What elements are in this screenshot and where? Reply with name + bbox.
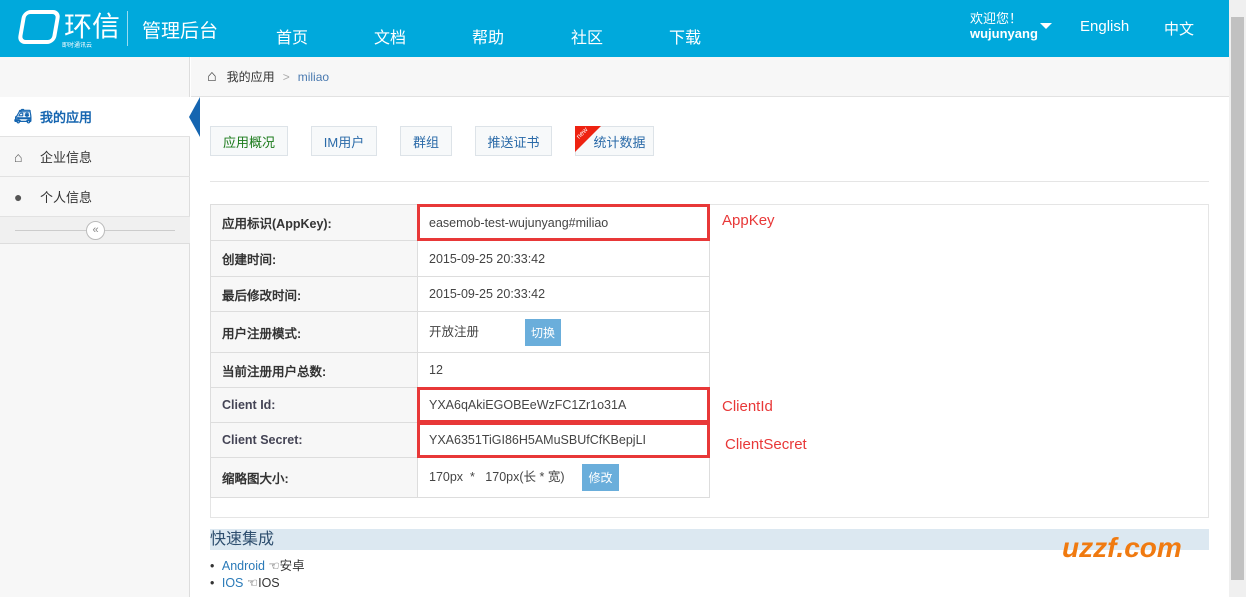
lang-english[interactable]: English bbox=[1080, 18, 1129, 35]
annotation-client-secret: ClientSecret bbox=[725, 436, 807, 453]
breadcrumb-separator: > bbox=[282, 69, 290, 84]
highlight-client-id bbox=[417, 387, 710, 423]
tab-im-users[interactable]: IM用户 bbox=[311, 126, 377, 156]
table-row: 缩略图大小: 170px * 170px(长 * 宽) 修改 bbox=[210, 457, 710, 498]
user-menu[interactable]: 欢迎您！ wujunyang bbox=[970, 11, 1038, 41]
tab-groups[interactable]: 群组 bbox=[400, 126, 452, 156]
tab-label: 统计数据 bbox=[593, 134, 646, 150]
register-mode-value: 开放注册 bbox=[429, 324, 480, 339]
quick-integration-title: 快速集成 bbox=[210, 529, 1209, 550]
nav-docs[interactable]: 文档 bbox=[374, 24, 406, 48]
top-header: 环信 即时通讯云 管理后台 首页 文档 帮助 社区 下载 欢迎您！ wujunya… bbox=[0, 0, 1229, 57]
table-row: 用户注册模式: 开放注册 切换 bbox=[210, 311, 710, 353]
tab-overview[interactable]: 应用概况 bbox=[210, 126, 288, 156]
nav-download[interactable]: 下载 bbox=[669, 24, 701, 48]
nav-community[interactable]: 社区 bbox=[571, 24, 603, 48]
row-label: Client Secret: bbox=[210, 422, 418, 458]
logo[interactable]: 环信 即时通讯云 bbox=[17, 10, 121, 49]
highlight-client-secret bbox=[417, 422, 710, 458]
sidebar-item-label: 我的应用 bbox=[40, 110, 93, 125]
user-icon: ● bbox=[14, 188, 23, 205]
tab-statistics[interactable]: new 统计数据 bbox=[575, 126, 654, 156]
edit-button[interactable]: 修改 bbox=[582, 464, 619, 491]
sidebar-item-company[interactable]: ⌂ 企业信息 bbox=[0, 137, 190, 177]
sidebar-item-label: 企业信息 bbox=[40, 150, 93, 165]
register-mode: 开放注册 切换 bbox=[417, 311, 710, 353]
annotation-appkey: AppKey bbox=[722, 212, 775, 229]
welcome-text: 欢迎您！ bbox=[970, 11, 1023, 26]
android-link[interactable]: Android bbox=[222, 559, 265, 573]
ambulance-icon: 🚑︎ bbox=[14, 108, 32, 124]
user-count-value: 12 bbox=[417, 352, 710, 388]
ios-link[interactable]: IOS bbox=[222, 576, 244, 590]
annotation-client-id: ClientId bbox=[722, 398, 773, 415]
list-item: • IOS ☜IOS bbox=[210, 576, 280, 590]
sidebar-item-profile[interactable]: ● 个人信息 bbox=[0, 177, 190, 217]
row-label: 应用标识(AppKey): bbox=[210, 204, 418, 241]
home-icon: ⌂ bbox=[14, 148, 23, 165]
row-label: 创建时间: bbox=[210, 240, 418, 277]
row-label: 当前注册用户总数: bbox=[210, 352, 418, 388]
modified-value: 2015-09-25 20:33:42 bbox=[417, 276, 710, 312]
tab-push-cert[interactable]: 推送证书 bbox=[475, 126, 552, 156]
sidebar-item-my-apps[interactable]: 🚑︎ 我的应用 bbox=[0, 97, 190, 137]
active-indicator bbox=[179, 97, 200, 137]
app-title: 管理后台 bbox=[142, 21, 219, 42]
breadcrumb: ⌂ 我的应用 > miliao bbox=[191, 57, 1229, 97]
switch-button[interactable]: 切换 bbox=[525, 318, 562, 346]
table-row: 当前注册用户总数: 12 bbox=[210, 352, 710, 388]
divider bbox=[210, 181, 1209, 182]
logo-text: 环信 bbox=[64, 11, 121, 42]
divider bbox=[127, 11, 128, 46]
row-label: 缩略图大小: bbox=[210, 457, 418, 498]
created-value: 2015-09-25 20:33:42 bbox=[417, 240, 710, 277]
android-hint: ☜安卓 bbox=[268, 559, 305, 573]
row-label: 用户注册模式: bbox=[210, 311, 418, 353]
ios-hint: ☜IOS bbox=[246, 576, 280, 590]
collapse-icon[interactable]: « bbox=[86, 221, 105, 240]
sidebar-collapse: « bbox=[0, 217, 190, 244]
thumbnail-size: 170px * 170px(长 * 宽) 修改 bbox=[417, 457, 710, 498]
breadcrumb-root[interactable]: 我的应用 bbox=[227, 68, 275, 85]
logo-subtitle: 即时通讯云 bbox=[62, 43, 93, 49]
nav-help[interactable]: 帮助 bbox=[472, 24, 504, 48]
list-item: • Android ☜安卓 bbox=[210, 559, 305, 573]
logo-icon bbox=[17, 10, 61, 44]
home-icon[interactable]: ⌂ bbox=[207, 68, 217, 86]
chevron-down-icon[interactable] bbox=[1040, 23, 1052, 35]
table-row: 最后修改时间: 2015-09-25 20:33:42 bbox=[210, 276, 710, 312]
table-row: 创建时间: 2015-09-25 20:33:42 bbox=[210, 240, 710, 277]
nav-home[interactable]: 首页 bbox=[276, 24, 308, 48]
breadcrumb-current: miliao bbox=[297, 69, 330, 84]
row-label: Client Id: bbox=[210, 387, 418, 423]
thumbnail-size-value: 170px * 170px(长 * 宽) bbox=[429, 469, 565, 484]
highlight-appkey bbox=[417, 204, 710, 241]
row-label: 最后修改时间: bbox=[210, 276, 418, 312]
watermark-logo: uzzf.com bbox=[1062, 532, 1182, 563]
lang-chinese[interactable]: 中文 bbox=[1164, 18, 1194, 39]
scrollbar-thumb[interactable] bbox=[1231, 17, 1244, 580]
sidebar-item-label: 个人信息 bbox=[40, 190, 93, 205]
username: wujunyang bbox=[970, 26, 1038, 41]
